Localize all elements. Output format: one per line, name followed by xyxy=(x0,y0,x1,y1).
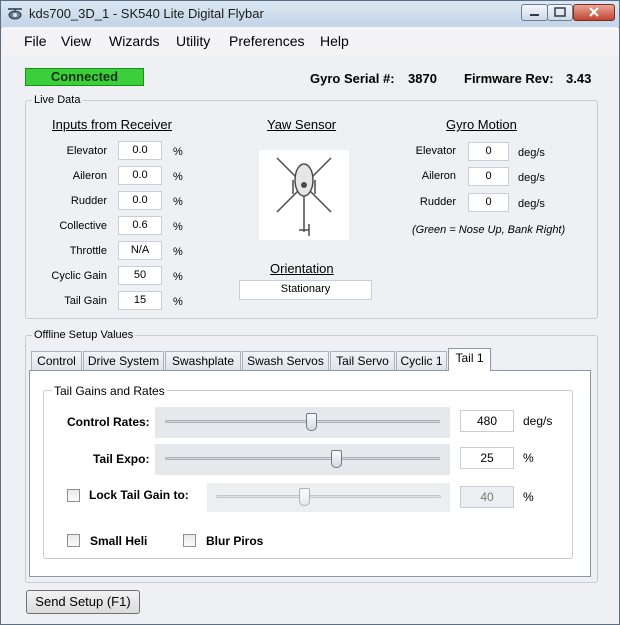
input-label-aileron: Aileron xyxy=(72,170,107,182)
motion-label-rudder: Rudder xyxy=(419,196,456,208)
slider-track xyxy=(165,457,440,460)
input-value-tail-gain: 15 xyxy=(118,291,162,310)
input-label-elevator: Elevator xyxy=(66,145,107,157)
tab-cyclic-1[interactable]: Cyclic 1 xyxy=(396,351,447,370)
helicopter-app-icon xyxy=(7,6,23,22)
menu-view[interactable]: View xyxy=(61,33,91,49)
serial-value: 3870 xyxy=(408,71,437,86)
yaw-sensor-display xyxy=(259,150,349,240)
live-data-label: Live Data xyxy=(32,94,83,106)
control-rates-unit: deg/s xyxy=(523,414,553,428)
firmware-label: Firmware Rev: xyxy=(464,71,554,86)
control-rates-input[interactable]: 480 xyxy=(460,410,514,432)
tail-expo-unit: % xyxy=(523,451,534,465)
input-value-aileron: 0.0 xyxy=(118,166,162,185)
slider-thumb[interactable] xyxy=(298,488,310,506)
offline-setup-label: Offline Setup Values xyxy=(32,329,136,341)
inputs-title: Inputs from Receiver xyxy=(52,117,172,132)
tab-swash-servos[interactable]: Swash Servos xyxy=(242,351,329,370)
slider-thumb[interactable] xyxy=(305,413,317,431)
motion-value-rudder: 0 xyxy=(468,193,509,212)
motion-unit: deg/s xyxy=(518,172,545,184)
menu-utility[interactable]: Utility xyxy=(176,33,210,49)
blur-piros-label: Blur Piros xyxy=(206,534,264,548)
motion-unit: deg/s xyxy=(518,147,545,159)
input-label-cyclic-gain: Cyclic Gain xyxy=(51,270,107,282)
orientation-value: Stationary xyxy=(239,280,372,300)
lock-tail-gain-label: Lock Tail Gain to: xyxy=(89,488,189,502)
input-value-rudder: 0.0 xyxy=(118,191,162,210)
menu-wizards[interactable]: Wizards xyxy=(109,33,160,49)
motion-value-aileron: 0 xyxy=(468,167,509,186)
motion-label-aileron: Aileron xyxy=(421,170,456,182)
input-value-cyclic-gain: 50 xyxy=(118,266,162,285)
orientation-title: Orientation xyxy=(270,261,334,276)
motion-label-elevator: Elevator xyxy=(415,145,456,157)
helicopter-topview-icon xyxy=(276,157,332,236)
input-label-throttle: Throttle xyxy=(69,245,107,257)
yaw-sensor-title: Yaw Sensor xyxy=(267,117,337,132)
firmware-value: 3.43 xyxy=(566,71,592,86)
tab-tail-1[interactable]: Tail 1 xyxy=(448,348,491,371)
tab-swashplate[interactable]: Swashplate xyxy=(165,351,241,370)
input-value-throttle: N/A xyxy=(118,241,162,260)
serial-label: Gyro Serial #: xyxy=(310,71,395,86)
connection-status-badge: Connected xyxy=(25,68,144,86)
input-label-rudder: Rudder xyxy=(70,195,107,207)
input-unit: % xyxy=(173,246,183,258)
motion-note: (Green = Nose Up, Bank Right) xyxy=(412,224,566,236)
minimize-button[interactable] xyxy=(521,4,548,21)
slider-track xyxy=(165,420,440,423)
menu-bar: File View Wizards Utility Preferences He… xyxy=(2,27,618,55)
send-setup-button[interactable]: Send Setup (F1) xyxy=(26,590,140,614)
input-unit: % xyxy=(173,171,183,183)
input-value-elevator: 0.0 xyxy=(118,141,162,160)
input-unit: % xyxy=(173,296,183,308)
tail-expo-label: Tail Expo: xyxy=(93,452,150,466)
lock-tail-gain-input[interactable]: 40 xyxy=(460,486,514,508)
small-heli-label: Small Heli xyxy=(90,534,148,548)
tail-expo-slider[interactable] xyxy=(155,444,450,475)
tail-gains-label: Tail Gains and Rates xyxy=(52,384,167,398)
maximize-button[interactable] xyxy=(547,4,573,21)
lock-tail-gain-slider[interactable] xyxy=(207,483,450,512)
tab-control[interactable]: Control xyxy=(31,351,82,370)
input-unit: % xyxy=(173,221,183,233)
title-bar[interactable]: kds700_3D_1 - SK540 Lite Digital Flybar xyxy=(1,1,619,28)
input-unit: % xyxy=(173,146,183,158)
window-title: kds700_3D_1 - SK540 Lite Digital Flybar xyxy=(29,6,264,21)
input-label-tail-gain: Tail Gain xyxy=(64,295,107,307)
slider-track xyxy=(216,495,441,498)
motion-value-elevator: 0 xyxy=(468,142,509,161)
input-unit: % xyxy=(173,196,183,208)
menu-preferences[interactable]: Preferences xyxy=(229,33,304,49)
input-value-collective: 0.6 xyxy=(118,216,162,235)
lock-tail-gain-unit: % xyxy=(523,490,534,504)
application-window: kds700_3D_1 - SK540 Lite Digital Flybar … xyxy=(0,0,620,625)
input-unit: % xyxy=(173,271,183,283)
small-heli-checkbox[interactable] xyxy=(67,534,80,547)
control-rates-label: Control Rates: xyxy=(67,415,150,429)
tab-tail-servo[interactable]: Tail Servo xyxy=(330,351,395,370)
gyro-motion-title: Gyro Motion xyxy=(446,117,517,132)
close-button[interactable] xyxy=(573,4,615,21)
motion-unit: deg/s xyxy=(518,198,545,210)
lock-tail-gain-checkbox[interactable] xyxy=(67,489,80,502)
blur-piros-checkbox[interactable] xyxy=(183,534,196,547)
menu-help[interactable]: Help xyxy=(320,33,349,49)
control-rates-slider[interactable] xyxy=(155,407,450,438)
tail-expo-input[interactable]: 25 xyxy=(460,447,514,469)
slider-thumb[interactable] xyxy=(330,450,342,468)
input-label-collective: Collective xyxy=(59,220,107,232)
menu-file[interactable]: File xyxy=(24,33,47,49)
tab-drive-system[interactable]: Drive System xyxy=(83,351,164,370)
